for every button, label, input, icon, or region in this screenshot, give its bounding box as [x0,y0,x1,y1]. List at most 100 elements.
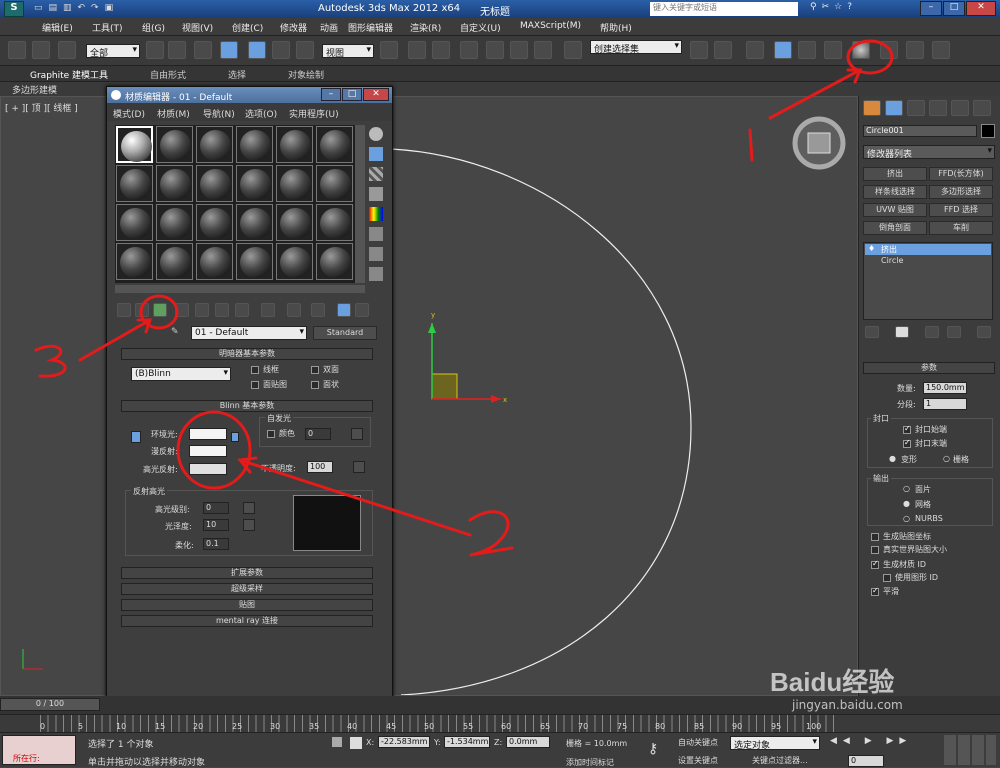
menu-animation[interactable]: 动画 [320,21,338,34]
menu-maxscript[interactable]: MAXScript(M) [520,21,581,31]
sample-slot[interactable] [156,243,193,280]
spec-level-value[interactable]: 0 [203,502,229,514]
sample-slot[interactable] [236,165,273,202]
parameters-rollout[interactable]: 参数 [863,362,995,374]
tab-selection[interactable]: 选择 [228,68,246,81]
ffd-box-button[interactable]: FFD(长方体) [929,167,993,181]
sample-slot[interactable] [116,126,153,163]
select-by-material-icon[interactable] [369,267,383,281]
grid-radio[interactable]: ○ [943,454,950,463]
sample-slot[interactable] [316,165,353,202]
extrude-button[interactable]: 挤出 [863,167,927,181]
add-time-tag[interactable]: 添加时间标记 [566,757,614,768]
sample-slot[interactable] [196,165,233,202]
sample-slot[interactable] [276,165,313,202]
selection-filter-dropdown[interactable]: 全部 [86,44,140,59]
backlight-icon[interactable] [369,147,383,161]
hierarchy-tab-icon[interactable] [907,100,925,116]
help-icons[interactable]: ⚲✂☆? [810,2,910,16]
cap-start-checkbox[interactable] [903,424,911,434]
manipulate-icon[interactable] [408,41,426,59]
tab-freeform[interactable]: 自由形式 [150,68,186,81]
amount-value[interactable]: 150.0mm [923,382,967,394]
self-illum-color-checkbox[interactable] [267,430,275,438]
eyedropper-icon[interactable]: ✎ [171,327,183,339]
mat-menu-options[interactable]: 选项(O) [245,107,277,120]
menu-view[interactable]: 视图(V) [182,21,213,34]
maximize-button[interactable]: □ [943,1,965,16]
sample-slot[interactable] [116,165,153,202]
remove-modifier-icon[interactable] [947,326,961,338]
pin-stack-icon[interactable] [865,326,879,338]
gen-mat-id-checkbox[interactable] [871,559,879,569]
select-scale-icon[interactable] [296,41,314,59]
soften-value[interactable]: 0.1 [203,538,229,550]
lock-icon[interactable] [332,737,342,747]
menu-group[interactable]: 组(G) [142,21,165,34]
sample-slot[interactable] [196,204,233,241]
specular-color-swatch[interactable] [189,463,227,475]
options-icon[interactable] [369,247,383,261]
gen-map-coords-checkbox[interactable] [871,533,879,541]
poly-select-button[interactable]: 多边形选择 [929,185,993,199]
self-illum-value[interactable]: 0 [305,428,331,440]
material-id-icon[interactable] [235,303,249,317]
mat-minimize-button[interactable]: – [321,88,341,101]
stack-item-circle[interactable]: Circle [865,256,991,267]
make-preview-icon[interactable] [369,227,383,241]
stack-item-extrude[interactable]: 挤出 [865,244,991,255]
show-end-result-icon[interactable] [287,303,301,317]
curve-editor-icon[interactable] [798,41,816,59]
sample-slot[interactable] [156,126,193,163]
assign-to-selection-icon[interactable] [153,303,167,317]
extended-params-rollout[interactable]: 扩展参数 [121,567,373,579]
maps-rollout[interactable]: 贴图 [121,599,373,611]
cap-end-checkbox[interactable] [903,438,911,448]
smooth-checkbox[interactable] [871,586,879,596]
put-to-library-icon[interactable] [215,303,229,317]
object-color-swatch[interactable] [981,124,995,138]
app-logo-icon[interactable]: S [4,1,24,17]
sample-slot[interactable] [156,165,193,202]
mental-ray-rollout[interactable]: mental ray 连接 [121,615,373,627]
face-map-checkbox[interactable] [251,381,259,389]
display-tab-icon[interactable] [951,100,969,116]
modifier-stack[interactable]: 挤出 ♦ Circle [863,242,993,320]
mirror-icon[interactable] [690,41,708,59]
menu-customize[interactable]: 自定义(U) [460,21,501,34]
snap-toggle-icon[interactable] [460,41,478,59]
menu-modifiers[interactable]: 修改器 [280,21,307,34]
segments-value[interactable]: 1 [923,398,967,410]
edit-named-sel-icon[interactable] [564,41,582,59]
menu-tools[interactable]: 工具(T) [92,21,123,34]
mat-menu-modes[interactable]: 模式(D) [113,107,145,120]
wire-checkbox[interactable] [251,366,259,374]
configure-sets-icon[interactable] [977,326,991,338]
tab-graphite[interactable]: Graphite 建模工具 [30,68,108,81]
percent-snap-icon[interactable] [510,41,528,59]
mat-menu-material[interactable]: 材质(M) [157,107,190,120]
layer-manager-icon[interactable] [746,41,764,59]
modify-tab-icon[interactable] [885,100,903,116]
material-editor-icon[interactable] [852,41,870,59]
make-unique-icon[interactable] [195,303,209,317]
render-setup-icon[interactable] [880,41,898,59]
sample-slot[interactable] [276,204,313,241]
abs-mode-icon[interactable] [350,737,362,749]
sample-slot[interactable] [316,126,353,163]
uv-tiling-icon[interactable] [369,187,383,201]
background-icon[interactable] [369,167,383,181]
rect-selection-icon[interactable] [194,41,212,59]
sample-slot[interactable] [276,243,313,280]
sample-slot[interactable] [116,204,153,241]
reset-map-icon[interactable] [175,303,189,317]
real-world-checkbox[interactable] [871,546,879,554]
schematic-view-icon[interactable] [824,41,842,59]
menu-edit[interactable]: 编辑(E) [42,21,73,34]
align-icon[interactable] [714,41,732,59]
keyboard-shortcut-icon[interactable] [432,41,450,59]
create-tab-icon[interactable] [863,100,881,116]
sample-slot[interactable] [316,204,353,241]
faceted-checkbox[interactable] [311,381,319,389]
shader-type-dropdown[interactable]: (B)Blinn [131,367,231,381]
